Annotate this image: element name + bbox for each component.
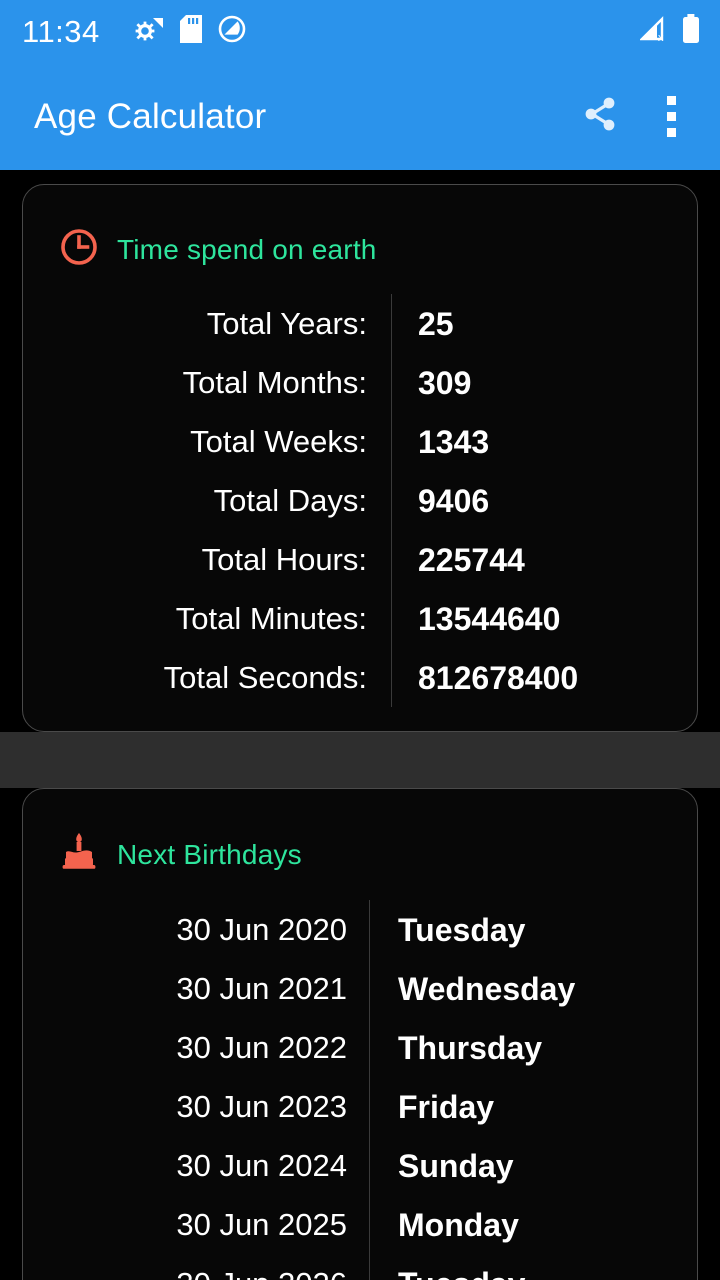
overflow-menu-icon[interactable] (667, 95, 676, 137)
settings-wifi-icon (134, 16, 164, 47)
status-bar-clock: 11:34 (22, 13, 100, 49)
app-bar: Age Calculator (0, 62, 720, 170)
row-label: Total Seconds: (163, 660, 367, 695)
row-value: Wednesday (398, 970, 576, 1007)
table-row: Total Hours: 225744 (23, 530, 697, 589)
row-label: 30 Jun 2023 (176, 1089, 347, 1124)
status-bar-right: x (639, 13, 706, 49)
kebab-dot (667, 127, 676, 137)
next-birthdays-card: Next Birthdays 30 Jun 2020 Tuesday 30 Ju… (22, 788, 698, 1280)
time-spent-card-header: Time spend on earth (23, 185, 697, 272)
card-gap-band (0, 732, 720, 788)
scroll-content[interactable]: Time spend on earth Total Years: 25 Tota… (0, 170, 720, 1280)
row-label: Total Years: (206, 306, 367, 341)
row-value: 309 (418, 364, 472, 401)
page-title: Age Calculator (34, 96, 267, 136)
row-value: 225744 (418, 541, 525, 578)
table-row: 30 Jun 2021 Wednesday (23, 959, 697, 1018)
table-row: 30 Jun 2023 Friday (23, 1077, 697, 1136)
do-not-disturb-icon (218, 15, 246, 48)
table-row: Total Weeks: 1343 (23, 412, 697, 471)
next-birthdays-rows: 30 Jun 2020 Tuesday 30 Jun 2021 Wednesda… (23, 900, 697, 1280)
row-value: Friday (398, 1088, 495, 1125)
table-row: Total Years: 25 (23, 294, 697, 353)
table-row: Total Minutes: 13544640 (23, 589, 697, 648)
row-label: Total Minutes: (175, 601, 367, 636)
row-value: 812678400 (418, 659, 579, 696)
birthday-cake-icon (59, 831, 99, 878)
time-spent-card-title: Time spend on earth (117, 233, 377, 265)
table-row: 30 Jun 2024 Sunday (23, 1136, 697, 1195)
clock-icon (59, 227, 99, 272)
table-row: 30 Jun 2022 Thursday (23, 1018, 697, 1077)
row-label: 30 Jun 2020 (176, 912, 347, 947)
row-value: Tuesday (398, 911, 526, 948)
battery-full-icon (682, 13, 700, 49)
row-value: 1343 (418, 423, 490, 460)
row-label: Total Hours: (201, 542, 367, 577)
share-icon[interactable] (579, 93, 621, 140)
no-signal-icon: x (639, 15, 668, 47)
row-value: Thursday (398, 1029, 543, 1066)
row-value: 9406 (418, 482, 490, 519)
table-row: 30 Jun 2026 Tuesday (23, 1254, 697, 1280)
app-bar-actions (579, 93, 694, 140)
row-value: 13544640 (418, 600, 561, 637)
table-row: Total Months: 309 (23, 353, 697, 412)
sd-card-icon (179, 14, 202, 48)
svg-text:x: x (658, 32, 664, 42)
table-row: Total Days: 9406 (23, 471, 697, 530)
table-row: Total Seconds: 812678400 (23, 648, 697, 707)
row-label: 30 Jun 2025 (176, 1207, 347, 1242)
row-value: Sunday (398, 1147, 514, 1184)
row-label: Total Days: (213, 483, 367, 518)
row-value: Monday (398, 1206, 519, 1243)
kebab-dot (667, 95, 676, 105)
row-label: 30 Jun 2024 (176, 1148, 347, 1183)
row-value: 25 (418, 305, 454, 342)
time-spent-rows: Total Years: 25 Total Months: 309 Total … (23, 294, 697, 707)
table-row: 30 Jun 2025 Monday (23, 1195, 697, 1254)
row-label: 30 Jun 2022 (176, 1030, 347, 1065)
next-birthdays-card-header: Next Birthdays (23, 789, 697, 878)
next-birthdays-card-title: Next Birthdays (117, 838, 302, 870)
row-value: Tuesday (370, 1268, 697, 1280)
row-label: Total Months: (182, 365, 367, 400)
row-label: 30 Jun 2026 (23, 1268, 369, 1280)
kebab-dot (667, 111, 676, 121)
row-label: Total Weeks: (190, 424, 367, 459)
table-row: 30 Jun 2020 Tuesday (23, 900, 697, 959)
status-bar-left: 11:34 (22, 13, 246, 49)
time-spent-card: Time spend on earth Total Years: 25 Tota… (22, 184, 698, 732)
row-label: 30 Jun 2021 (176, 971, 347, 1006)
status-bar: 11:34 x (0, 0, 720, 62)
